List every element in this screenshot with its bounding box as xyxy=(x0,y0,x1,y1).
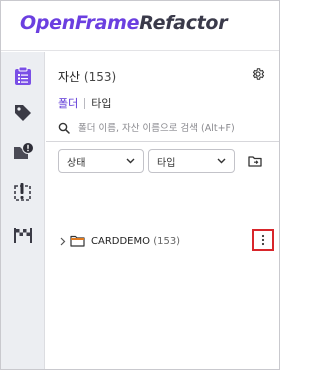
panel-title-text: 자산 xyxy=(58,70,81,84)
sidebar-item-completion[interactable] xyxy=(7,219,39,251)
sidebar-item-analysis[interactable] xyxy=(7,176,39,208)
sidebar xyxy=(1,52,45,369)
tree-item-carddemo[interactable]: CARDDEMO (153) xyxy=(58,229,274,251)
tag-icon xyxy=(15,105,31,121)
logo-part-refactor: Refactor xyxy=(139,12,228,34)
search-divider xyxy=(46,141,279,142)
asset-panel: 자산 (153) 폴더 타입 상태 타입 xyxy=(46,52,279,369)
folder-icon xyxy=(70,235,85,247)
app-header: OpenFrameRefactor xyxy=(1,1,279,51)
view-tabs: 폴더 타입 xyxy=(58,95,112,111)
tree-item-label: CARDDEMO (153) xyxy=(91,236,180,247)
checkered-flag-icon xyxy=(14,228,32,243)
app-logo: OpenFrameRefactor xyxy=(20,12,228,34)
status-filter-label: 상태 xyxy=(67,157,86,169)
search-input[interactable] xyxy=(78,122,263,134)
chevron-right-icon[interactable] xyxy=(60,237,66,246)
chevron-down-icon xyxy=(217,158,226,164)
tab-divider xyxy=(84,97,86,109)
add-folder-button[interactable] xyxy=(248,152,266,170)
gear-icon xyxy=(252,68,265,80)
chevron-down-icon xyxy=(126,158,135,164)
tab-folder[interactable]: 폴더 xyxy=(58,95,78,111)
app-window: OpenFrameRefactor 자산 (153) 폴더 타입 폴더 이름, … xyxy=(0,0,280,370)
clipboard-list-icon xyxy=(15,66,31,85)
folder-alert-icon xyxy=(14,142,34,159)
tree-item-name: CARDDEMO xyxy=(91,236,150,247)
search-bar xyxy=(58,118,271,138)
sidebar-item-tags[interactable] xyxy=(7,97,39,129)
type-filter-label: 타입 xyxy=(157,157,176,169)
settings-button[interactable] xyxy=(251,66,267,82)
dashed-box-alert-icon xyxy=(14,183,31,201)
more-options-button[interactable] xyxy=(252,229,274,251)
folder-add-icon xyxy=(248,156,262,167)
tab-type[interactable]: 타입 xyxy=(91,95,111,111)
logo-part-openframe: OpenFrame xyxy=(20,12,140,34)
sidebar-item-issues[interactable] xyxy=(7,136,39,168)
filter-bar: 상태 타입 xyxy=(58,149,279,175)
type-filter-select[interactable]: 타입 xyxy=(148,149,235,173)
panel-title: 자산 (153) xyxy=(58,68,116,85)
sidebar-item-assets[interactable] xyxy=(7,60,39,92)
tree-item-count: (153) xyxy=(153,236,181,247)
panel-title-count: (153) xyxy=(83,70,117,84)
kebab-menu-icon xyxy=(261,234,265,246)
status-filter-select[interactable]: 상태 xyxy=(58,149,144,173)
search-icon xyxy=(58,122,70,134)
